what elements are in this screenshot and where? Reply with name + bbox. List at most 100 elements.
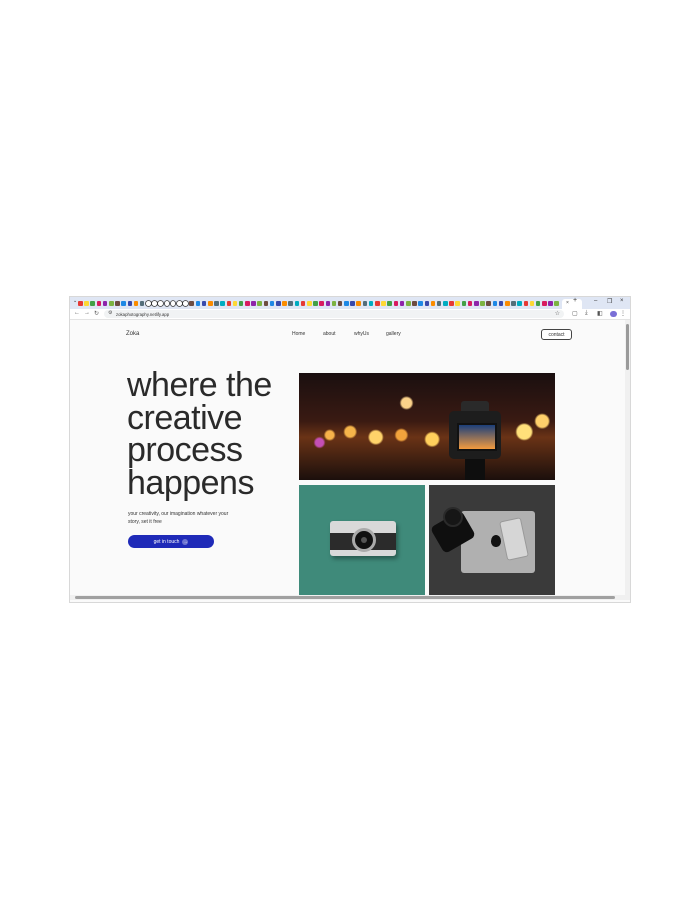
pinned-tab-favicon[interactable] [362,301,368,306]
pinned-tab-favicon[interactable] [424,301,430,306]
pinned-tab-favicon[interactable] [356,301,362,306]
pinned-tab-favicon[interactable] [387,301,392,306]
pinned-tab-favicon[interactable] [108,301,114,306]
pinned-tab-favicon[interactable] [443,301,448,306]
pinned-tab-favicon[interactable] [535,301,541,306]
tab-close-icon[interactable]: × [566,300,569,306]
pinned-tab-favicon[interactable] [121,301,126,306]
pinned-tab-favicon[interactable] [474,301,479,306]
pinned-tab-favicon[interactable] [523,301,529,306]
pinned-tab-favicon[interactable] [412,301,417,306]
pinned-tab-favicon[interactable] [238,301,244,306]
pinned-tab-favicon[interactable] [170,301,176,306]
get-in-touch-button[interactable]: get in touch → [128,535,214,548]
pinned-tab-favicon[interactable] [96,301,102,306]
pinned-tab-favicon[interactable] [146,301,151,306]
pinned-tab-favicon[interactable] [152,301,157,306]
pinned-tab-favicon[interactable] [344,301,349,306]
bookmark-star-icon[interactable]: ☆ [555,310,560,317]
pinned-tab-favicon[interactable] [133,301,139,306]
site-logo[interactable]: Zoka [126,331,139,337]
minimize-button[interactable]: – [594,298,597,304]
pinned-tab-favicon[interactable] [517,301,522,306]
pinned-tab-favicon[interactable] [263,301,269,306]
pinned-tab-favicon[interactable] [288,301,293,306]
pinned-tab-favicon[interactable] [325,301,331,306]
nav-link-gallery[interactable]: gallery [386,331,401,337]
side-panel-icon[interactable]: ◧ [597,310,603,317]
pinned-tab-favicon[interactable] [548,301,553,306]
pinned-tab-favicon[interactable] [306,301,312,306]
pinned-tab-favicon[interactable] [381,301,386,306]
pinned-tab-favicon[interactable] [449,301,454,306]
pinned-tab-favicon[interactable] [164,301,170,306]
pinned-tab-favicon[interactable] [399,301,405,306]
horizontal-scrollbar[interactable] [70,595,630,600]
pinned-tab-favicon[interactable] [127,301,133,306]
pinned-tab-favicon[interactable] [177,301,182,306]
pinned-tab-favicon[interactable] [529,301,535,306]
pinned-tab-favicon[interactable] [436,301,442,306]
pinned-tab-favicon[interactable] [232,301,238,306]
pinned-tab-favicon[interactable] [195,301,201,306]
pinned-tab-favicon[interactable] [269,301,275,306]
pinned-tab-favicon[interactable] [313,301,318,306]
pinned-tab-favicon[interactable] [393,301,399,306]
pinned-tab-favicon[interactable] [467,301,473,306]
back-icon[interactable]: ← [74,310,80,316]
reload-icon[interactable]: ↻ [94,310,99,317]
address-bar[interactable]: ⚙ zokaphotography.netlify.app ☆ [104,310,564,318]
nav-link-about[interactable]: about [323,331,336,337]
pinned-tab-favicon[interactable] [294,301,300,306]
pinned-tab-favicon[interactable] [78,301,83,306]
pinned-tab-favicon[interactable] [337,301,343,306]
pinned-tab-favicon[interactable] [498,301,504,306]
pinned-tab-favicon[interactable] [418,301,423,306]
pinned-tab-favicon[interactable] [480,301,485,306]
contact-button[interactable]: contact [541,329,572,340]
active-tab[interactable]: × [562,299,582,309]
pinned-tab-favicon[interactable] [158,301,164,306]
pinned-tab-favicon[interactable] [90,301,95,306]
pinned-tab-favicon[interactable] [405,301,411,306]
pinned-tab-favicon[interactable] [375,301,380,306]
pinned-tab-favicon[interactable] [214,301,219,306]
menu-icon[interactable]: ⋮ [620,310,626,317]
pinned-tab-favicon[interactable] [319,301,324,306]
vertical-scrollbar[interactable] [625,320,630,597]
pinned-tab-favicon[interactable] [282,301,287,306]
pinned-tab-favicon[interactable] [461,301,467,306]
pinned-tab-favicon[interactable] [226,301,232,306]
pinned-tab-favicon[interactable] [207,301,213,306]
extensions-icon[interactable]: ▢ [572,310,578,317]
profile-avatar[interactable] [610,310,617,317]
pinned-tab-favicon[interactable] [300,301,306,306]
pinned-tab-favicon[interactable] [486,301,491,306]
pinned-tab-favicon[interactable] [245,301,250,306]
pinned-tab-favicon[interactable] [504,301,510,306]
nav-link-home[interactable]: Home [292,331,305,337]
pinned-tab-favicon[interactable] [102,301,108,306]
pinned-tab-favicon[interactable] [115,301,120,306]
restore-button[interactable]: ❐ [607,298,612,305]
scroll-thumb[interactable] [626,324,629,370]
pinned-tab-favicon[interactable] [84,301,89,306]
pinned-tab-favicon[interactable] [554,301,560,306]
close-window-button[interactable]: × [620,298,624,304]
nav-link-whyus[interactable]: whyUs [354,331,369,337]
scroll-thumb[interactable] [75,596,615,599]
pinned-tab-favicon[interactable] [492,301,498,306]
pinned-tab-favicon[interactable] [368,301,374,306]
pinned-tab-favicon[interactable] [257,301,263,306]
pinned-tab-favicon[interactable] [251,301,256,306]
pinned-tab-favicon[interactable] [276,301,281,306]
pinned-tab-favicon[interactable] [331,301,337,306]
pinned-tab-favicon[interactable] [350,301,355,306]
pinned-tab-favicon[interactable] [430,301,436,306]
site-info-icon[interactable]: ⚙ [108,310,112,316]
url-text[interactable]: zokaphotography.netlify.app [116,312,169,317]
pinned-tab-favicon[interactable] [139,301,145,306]
pinned-tab-favicon[interactable] [511,301,516,306]
pinned-tab-favicon[interactable] [220,301,225,306]
new-tab-button[interactable]: + [573,297,577,304]
